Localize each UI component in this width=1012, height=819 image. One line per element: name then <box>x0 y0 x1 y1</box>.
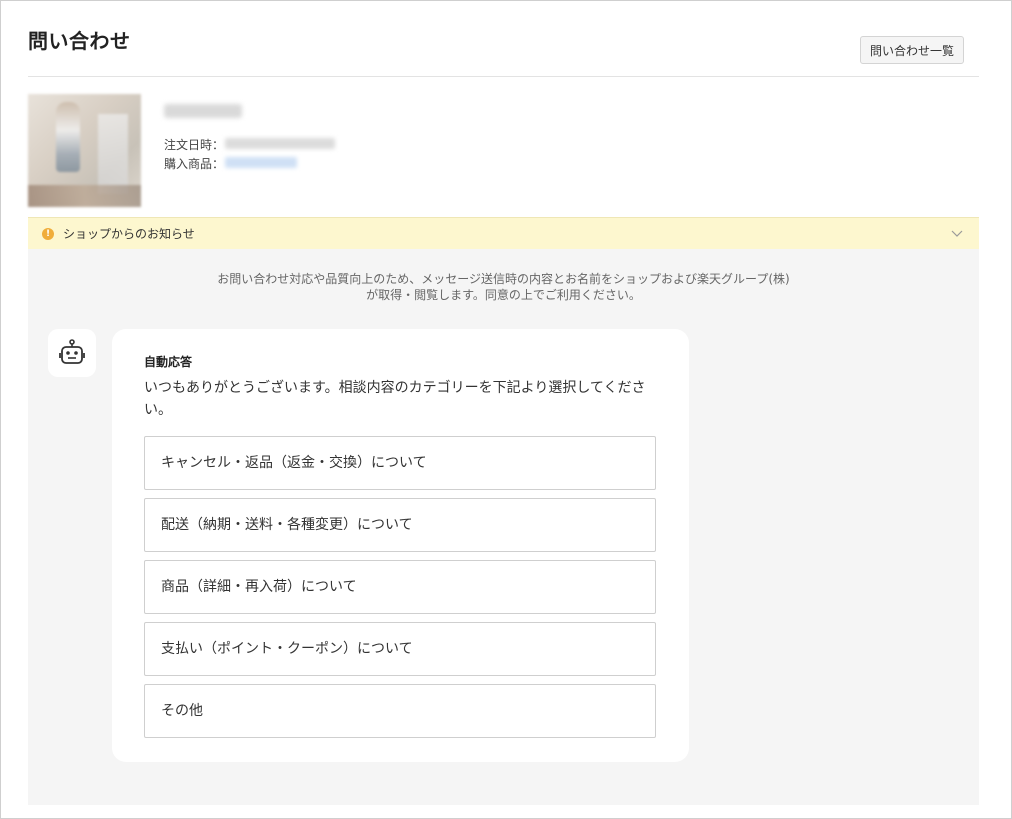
shop-notice-bar[interactable]: ! ショップからのお知らせ <box>28 217 979 249</box>
bubble-title: 自動応答 <box>144 355 193 369</box>
option-cancel-return[interactable]: キャンセル・返品（返金・交換）について <box>144 436 656 490</box>
consent-line-2: が取得・閲覧します。同意の上でご利用ください。 <box>366 288 641 302</box>
order-date-label: 注文日時： <box>164 138 225 152</box>
chat-area: お問い合わせ対応や品質向上のため、メッセージ送信時の内容とお名前をショップおよび… <box>28 249 979 805</box>
option-shipping[interactable]: 配送（納期・送料・各種変更）について <box>144 498 656 552</box>
option-payment[interactable]: 支払い（ポイント・クーポン）について <box>144 622 656 676</box>
shop-name-redacted <box>164 104 242 118</box>
product-label: 購入商品： <box>164 157 225 171</box>
robot-icon <box>59 339 85 364</box>
header-divider <box>28 76 979 77</box>
product-link-redacted[interactable] <box>225 157 297 168</box>
inquiry-list-button[interactable]: 問い合わせ一覧 <box>860 36 964 64</box>
order-date-redacted <box>225 138 335 149</box>
inquiry-page: 問い合わせ 問い合わせ一覧 注文日時： 購入商品： ! ショップからのお知らせ … <box>0 0 1012 819</box>
consent-line-1: お問い合わせ対応や品質向上のため、メッセージ送信時の内容とお名前をショップおよび… <box>217 272 790 286</box>
chevron-down-icon[interactable] <box>950 226 964 240</box>
info-icon: ! <box>42 228 54 240</box>
consent-notice: お問い合わせ対応や品質向上のため、メッセージ送信時の内容とお名前をショップおよび… <box>28 271 979 303</box>
bot-message-bubble: 自動応答 いつもありがとうございます。相談内容のカテゴリーを下記より選択してくだ… <box>112 329 689 762</box>
page-title: 問い合わせ <box>28 29 131 53</box>
option-other[interactable]: その他 <box>144 684 656 738</box>
product-thumbnail[interactable] <box>28 94 141 207</box>
bubble-message: いつもありがとうございます。相談内容のカテゴリーを下記より選択してください。 <box>144 380 646 418</box>
option-product[interactable]: 商品（詳細・再入荷）について <box>144 560 656 614</box>
shop-notice-label: ショップからのお知らせ <box>63 227 195 241</box>
bot-avatar <box>48 329 96 377</box>
